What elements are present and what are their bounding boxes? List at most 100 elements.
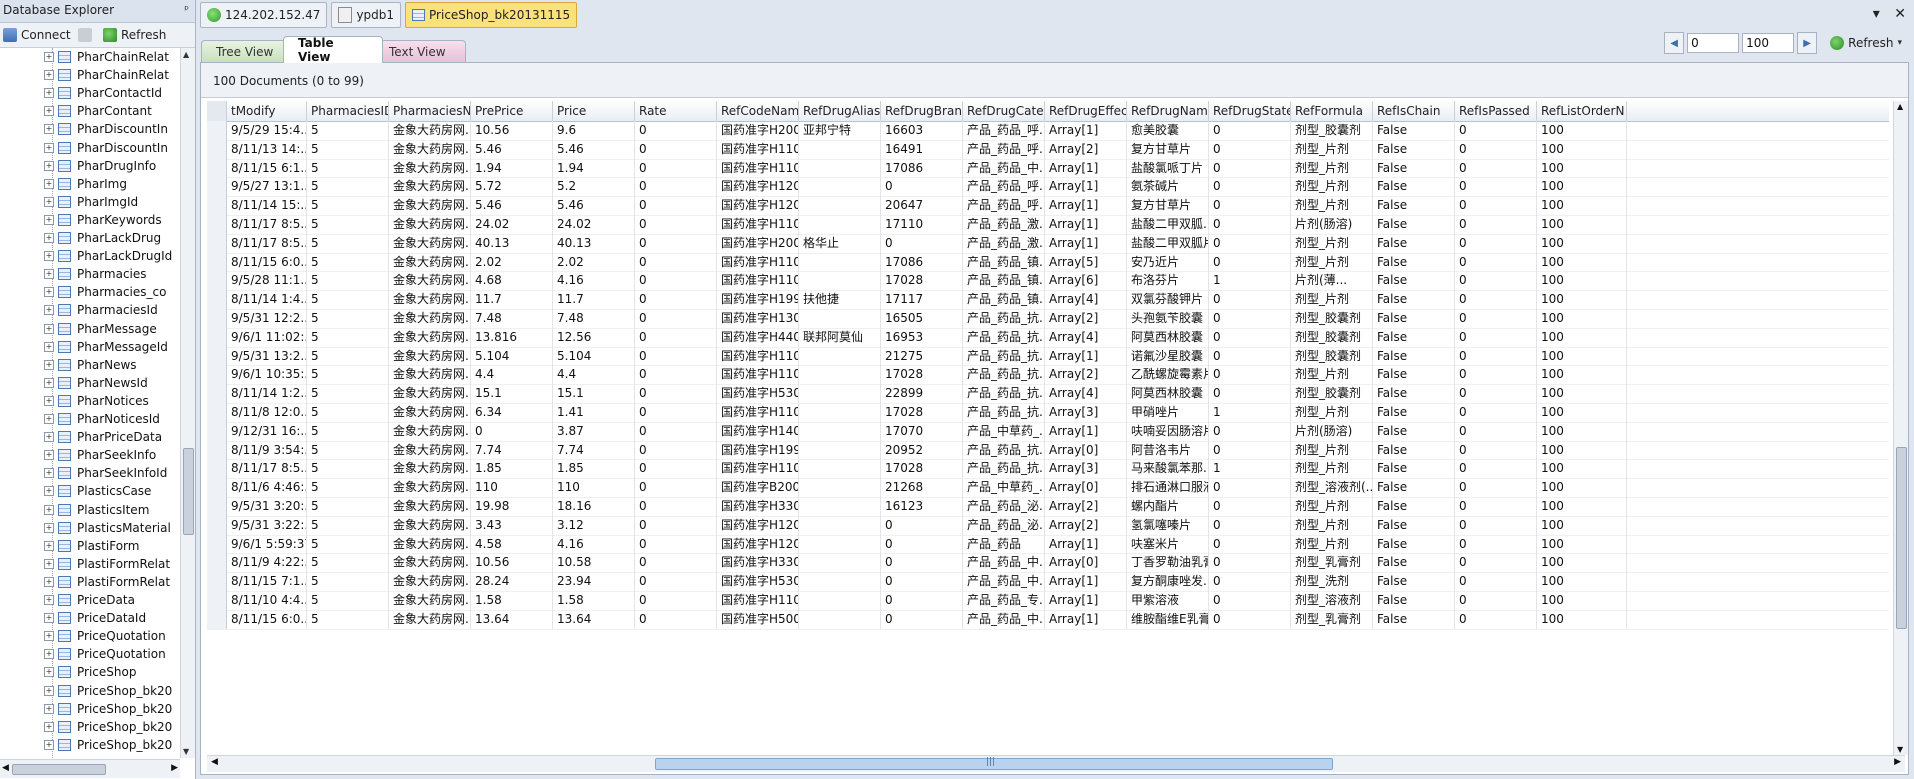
tree-item-collection[interactable]: + PharNewsId [44, 374, 148, 392]
tree-item-collection[interactable]: + PharDiscountIn [44, 120, 168, 138]
table-cell[interactable]: 国药准字H500... [717, 609, 799, 629]
table-cell[interactable]: False [1373, 459, 1455, 479]
table-cell[interactable]: 0 [1209, 421, 1291, 441]
table-cell[interactable]: 盐酸二甲双胍片 [1127, 233, 1209, 253]
expand-icon[interactable]: + [44, 649, 54, 660]
table-cell[interactable]: Array[2] [1045, 497, 1127, 516]
tree-item-collection[interactable]: + PharLackDrug [44, 229, 161, 247]
table-cell[interactable]: 产品_药品_中... [963, 609, 1045, 629]
table-cell[interactable]: 100 [1537, 440, 1627, 460]
table-row[interactable]: 9/5/31 13:2... 5 金象大药房网... 5.104 5.104 0 国药准字H… [207, 346, 1889, 367]
table-cell[interactable]: 国药准字H110... [717, 591, 799, 610]
table-row[interactable]: 8/11/8 12:0... 5 金象大药房网... 6.34 1.41 0 国药准字H11… [207, 403, 1889, 423]
table-cell[interactable]: 金象大药房网... [389, 177, 471, 197]
table-row[interactable]: 8/11/14 1:4... 5 金象大药房网... 11.7 11.7 0 国药准字H19… [207, 290, 1889, 310]
table-cell[interactable]: 12.56 [553, 327, 635, 347]
table-row[interactable]: 9/5/31 3:22:...5金象大药房网...3.433.120国药准字H1… [207, 515, 1889, 536]
table-cell[interactable]: 产品_药品 [963, 534, 1045, 554]
column-header[interactable]: Price [553, 101, 635, 121]
row-selector[interactable] [207, 365, 227, 385]
expand-icon[interactable]: + [44, 359, 54, 370]
table-row[interactable]: 9/5/27 13:1... 5 金象大药房网... 5.72 5.2 0 国药准字H120… [207, 177, 1889, 198]
table-cell[interactable]: 0 [635, 290, 717, 309]
table-cell[interactable]: 8/11/17 8:5... [227, 215, 307, 234]
expand-icon[interactable]: + [44, 540, 54, 551]
table-cell[interactable]: 5 [307, 177, 389, 197]
table-cell[interactable]: 产品_药品_中... [963, 158, 1045, 178]
table-cell[interactable]: 剂型_片剂 [1291, 158, 1373, 178]
table-cell[interactable]: 1 [1209, 403, 1291, 422]
table-cell[interactable]: 国药准字H200... [717, 233, 799, 253]
table-cell[interactable]: 0 [635, 346, 717, 366]
table-cell[interactable]: Array[2] [1045, 139, 1127, 159]
table-cell[interactable]: 0 [1455, 290, 1537, 309]
table-cell[interactable]: 产品_药品_抗... [963, 346, 1045, 366]
table-cell[interactable]: 金象大药房网... [389, 534, 471, 554]
tree-item-collection[interactable]: + PharNoticesId [44, 410, 160, 428]
table-cell[interactable] [799, 609, 881, 629]
table-cell[interactable]: 0 [1455, 177, 1537, 197]
table-cell[interactable]: 100 [1537, 459, 1627, 479]
table-cell[interactable]: 100 [1537, 327, 1627, 347]
table-cell[interactable]: False [1373, 177, 1455, 197]
table-cell[interactable]: 8/11/15 6:1... [227, 158, 307, 178]
row-selector[interactable] [207, 290, 227, 309]
table-cell[interactable]: 5 [307, 421, 389, 441]
table-cell[interactable]: Array[0] [1045, 478, 1127, 497]
table-cell[interactable]: 0 [635, 515, 717, 535]
row-selector[interactable] [207, 497, 227, 516]
table-cell[interactable]: 1.58 [471, 591, 553, 610]
table-cell[interactable]: 金象大药房网... [389, 609, 471, 629]
table-cell[interactable]: Array[4] [1045, 384, 1127, 403]
expand-icon[interactable]: + [44, 685, 54, 696]
scroll-down-icon[interactable]: ▼ [183, 747, 189, 756]
column-header[interactable]: RefIsChain [1373, 101, 1455, 121]
expand-icon[interactable]: + [44, 142, 54, 153]
table-cell[interactable]: 马来酸氯苯那... [1127, 459, 1209, 479]
row-selector[interactable] [207, 196, 227, 215]
table-cell[interactable]: 8/11/9 3:54:... [227, 440, 307, 460]
table-cell[interactable]: 剂型_片剂 [1291, 403, 1373, 422]
table-row[interactable]: 8/11/17 8:5... 5 金象大药房网... 40.13 40.13 0 国药准字H… [207, 233, 1889, 254]
table-cell[interactable]: Array[1] [1045, 215, 1127, 234]
table-cell[interactable]: 0 [1209, 609, 1291, 629]
table-cell[interactable]: 0 [635, 271, 717, 291]
table-cell[interactable] [799, 309, 881, 328]
table-cell[interactable]: 金象大药房网... [389, 478, 471, 497]
explorer-vertical-scrollbar[interactable]: ▲ ▼ [180, 48, 195, 758]
expand-icon[interactable]: + [44, 52, 54, 62]
table-cell[interactable]: 100 [1537, 591, 1627, 610]
table-cell[interactable]: 头孢氨苄胶囊 [1127, 309, 1209, 328]
tree-item-collection[interactable]: + PharMessageId [44, 338, 168, 356]
table-cell[interactable]: 0 [881, 553, 963, 573]
next-page-button[interactable]: ▶ [1797, 32, 1818, 54]
table-cell[interactable]: 1 [1209, 459, 1291, 479]
table-cell[interactable]: 0 [1455, 252, 1537, 272]
table-cell[interactable]: 维胺酯维E乳膏 [1127, 609, 1209, 629]
table-cell[interactable]: 0 [1209, 158, 1291, 178]
scroll-thumb[interactable] [1896, 447, 1907, 629]
column-header[interactable]: PharmaciesNa... [389, 101, 471, 121]
expand-icon[interactable]: + [44, 88, 54, 99]
table-cell[interactable]: 4.4 [553, 365, 635, 385]
table-cell[interactable]: 0 [1455, 309, 1537, 328]
table-row[interactable]: 9/5/31 12:2... 5 金象大药房网... 7.48 7.48 0 国药准字H13… [207, 309, 1889, 329]
table-cell[interactable]: 0 [635, 440, 717, 460]
table-cell[interactable]: False [1373, 497, 1455, 516]
table-row[interactable]: 8/11/15 6:0... 5 金象大药房网... 2.02 2.02 0 国药准字H11… [207, 252, 1889, 273]
expand-icon[interactable]: + [44, 269, 54, 280]
table-cell[interactable]: 3.87 [553, 421, 635, 441]
expand-icon[interactable]: + [44, 504, 54, 515]
table-cell[interactable]: 0 [1209, 290, 1291, 309]
table-cell[interactable]: Array[1] [1045, 421, 1127, 441]
table-cell[interactable]: 产品_药品_呼... [963, 121, 1045, 140]
table-cell[interactable]: 5.46 [553, 139, 635, 159]
table-cell[interactable] [799, 572, 881, 591]
tree-item-collection[interactable]: + PlastiFormRelat [44, 555, 170, 573]
table-cell[interactable]: 0 [1455, 365, 1537, 385]
table-cell[interactable]: 金象大药房网... [389, 215, 471, 234]
column-header[interactable]: RefIsPassed [1455, 101, 1537, 121]
table-cell[interactable]: 0 [635, 459, 717, 479]
table-cell[interactable]: 呋塞米片 [1127, 534, 1209, 554]
table-cell[interactable]: 0 [635, 609, 717, 629]
